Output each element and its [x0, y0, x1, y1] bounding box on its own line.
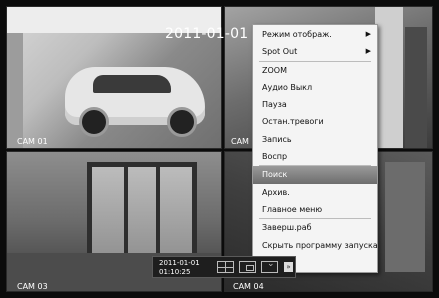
camera-label: CAM 01: [17, 137, 48, 146]
launcher-date: 2011-01-01: [159, 259, 200, 267]
menu-item-stop-alarm[interactable]: Остан.тревоги: [253, 113, 377, 130]
car-window: [93, 75, 171, 93]
car-wheel: [167, 107, 197, 137]
launcher-bar: 2011-01-01 01:10:25 »: [152, 256, 296, 278]
layout-dropdown-icon[interactable]: [261, 259, 278, 273]
submenu-arrow-icon: ▶: [365, 30, 371, 38]
menu-item-shutdown[interactable]: Заверш.раб: [253, 219, 377, 236]
menu-item-search[interactable]: Поиск: [253, 166, 377, 184]
menu-item-zoom[interactable]: ZOOM: [253, 62, 377, 79]
launcher-datetime: 2011-01-01 01:10:25: [159, 259, 200, 276]
dvr-screen: CAM 01 CAM 02 CAM 03 CAM 04 2011-01-01 0…: [0, 0, 439, 298]
camera-label: CAM 03: [17, 282, 48, 291]
menu-item-hide-launcher[interactable]: Скрыть программу запуска: [253, 237, 378, 254]
submenu-arrow-icon: ▶: [365, 47, 371, 56]
split-4-layout-icon[interactable]: [217, 261, 234, 273]
parked-car: [65, 67, 205, 137]
menu-item-archive[interactable]: Архив.: [253, 184, 377, 201]
pip-layout-icon[interactable]: [239, 261, 256, 273]
menu-item-display-mode[interactable]: Режим отображ. ▶: [253, 26, 377, 43]
menu-item-audio-off[interactable]: Аудио Выкл: [253, 79, 377, 96]
menu-item-pause[interactable]: Пауза: [253, 96, 377, 113]
pillar: [7, 33, 23, 148]
context-menu: Режим отображ. ▶ Spot Out ▶ ZOOM Аудио Вык…: [252, 24, 378, 274]
expand-launcher-button[interactable]: »: [284, 262, 293, 272]
menu-item-main-menu[interactable]: Главное меню: [253, 201, 377, 218]
menu-item-record[interactable]: Запись: [253, 131, 377, 148]
pillar: [405, 27, 427, 148]
pillar: [385, 162, 425, 272]
pillar: [375, 7, 403, 148]
menu-item-label: Spot Out: [262, 47, 298, 57]
launcher-time: 01:10:25: [159, 267, 191, 276]
menu-item-label: Режим отображ.: [262, 30, 332, 39]
car-wheel: [79, 107, 109, 137]
menu-item-play[interactable]: Воспр: [253, 148, 377, 165]
camera-label: CAM 04: [233, 282, 264, 291]
menu-item-spot-out[interactable]: Spot Out ▶: [253, 43, 377, 60]
